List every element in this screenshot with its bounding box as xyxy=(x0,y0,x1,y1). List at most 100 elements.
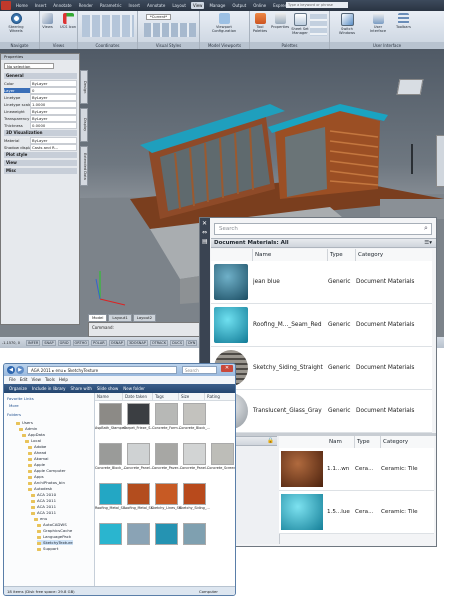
file-thumbnail[interactable]: Sketchy_Siding_... xyxy=(179,483,210,515)
new-folder-button[interactable]: New folder xyxy=(123,384,145,393)
file-thumbnail[interactable] xyxy=(209,523,235,555)
tree-folder[interactable]: Apps xyxy=(28,474,44,479)
tree-folder[interactable]: Users xyxy=(16,420,33,425)
property-row[interactable]: Transparency ByLayer xyxy=(4,114,77,122)
tab-layout1[interactable]: Layout1 xyxy=(108,314,132,322)
property-row[interactable]: Layer 0 xyxy=(4,86,77,94)
palette-menu-icon[interactable]: ▤ xyxy=(202,238,208,245)
tree-folder[interactable]: GraphicsCache xyxy=(37,528,72,533)
material-row[interactable]: jean blue Generic Document Materials xyxy=(211,261,432,304)
close-window-icon[interactable]: ✕ xyxy=(221,365,233,372)
tree-folder-selected[interactable]: SketchyTexture xyxy=(37,540,73,545)
tree-folder[interactable]: LanguagePack xyxy=(37,534,71,539)
plot-style-header[interactable]: Plot style xyxy=(4,152,77,158)
autocad-logo-icon[interactable] xyxy=(1,1,11,10)
general-header[interactable]: General xyxy=(4,73,77,79)
column-type[interactable]: Type xyxy=(355,436,381,448)
property-row[interactable]: Color ByLayer xyxy=(4,79,77,87)
file-thumbnail[interactable]: Concrete_Screed... xyxy=(207,443,235,475)
ribbon-tab[interactable]: Annotate xyxy=(51,2,73,9)
include-library-button[interactable]: Include in library xyxy=(32,384,66,393)
autohide-icon[interactable]: ⇔ xyxy=(202,229,207,236)
tree-folder[interactable]: Apple xyxy=(28,462,45,467)
viewport-configuration-button[interactable]: Viewport Configuration xyxy=(205,13,243,33)
tree-folder[interactable]: Ahead xyxy=(28,450,46,455)
tree-folder[interactable]: ArchiPhotos_bin xyxy=(28,480,65,485)
status-toggle[interactable]: DYN xyxy=(186,339,198,346)
file-thumbnail[interactable]: Concrete_Block_... xyxy=(95,443,126,475)
tree-folder[interactable]: ACA 2011 xyxy=(31,504,56,509)
forward-icon[interactable]: ▶ xyxy=(16,366,24,374)
column-category[interactable]: Category xyxy=(381,436,434,448)
misc-header[interactable]: Misc xyxy=(4,168,77,174)
ribbon-tab[interactable]: Layout xyxy=(170,2,188,9)
viewcube[interactable] xyxy=(396,79,424,95)
tab-display[interactable]: Display xyxy=(80,108,88,142)
file-thumbnail[interactable]: Concrete_Form... xyxy=(152,403,181,435)
file-thumbnail[interactable]: Concrete_Panel... xyxy=(180,443,209,475)
property-row[interactable]: Lineweight ByLayer xyxy=(4,107,77,115)
file-thumbnail[interactable] xyxy=(125,523,152,555)
column-name[interactable]: Name xyxy=(253,249,328,261)
column-size[interactable]: Size xyxy=(179,393,205,400)
column-rating[interactable]: Rating xyxy=(205,393,235,400)
user-interface-button[interactable]: User Interface xyxy=(368,13,388,33)
tree-folder[interactable]: Akamai xyxy=(28,456,49,461)
file-thumbnail[interactable]: Carpet_Frieze_S... xyxy=(123,403,154,435)
file-thumbnail[interactable] xyxy=(97,523,124,555)
tab-model[interactable]: Model xyxy=(88,314,108,322)
ribbon-tab-view[interactable]: View xyxy=(190,2,205,9)
status-toggle[interactable]: OTRACK xyxy=(149,339,169,346)
material-row[interactable]: Roofing_M..._Seam_Red Generic Document M… xyxy=(211,304,432,347)
property-row[interactable]: Linetype ByLayer xyxy=(4,93,77,101)
status-toggle[interactable]: 3DOSNAP xyxy=(126,339,148,346)
ucs-icon-button[interactable]: UCS Icon xyxy=(60,13,76,29)
property-row[interactable]: Thickness 0.0000 xyxy=(4,121,77,129)
tree-folder[interactable]: Adobe xyxy=(28,444,46,449)
ribbon-tab[interactable]: Online xyxy=(251,2,268,9)
file-thumbnail[interactable] xyxy=(209,403,235,435)
address-bar[interactable]: AGA 2011 ▸ enu ▸ SketchyTexture xyxy=(27,366,177,374)
ribbon-tab[interactable]: Render xyxy=(77,2,95,9)
ribbon-tab[interactable]: Home xyxy=(14,2,30,9)
file-thumbnail[interactable]: Concrete_Paver... xyxy=(152,443,181,475)
visual-style-tools[interactable] xyxy=(144,23,196,37)
menu-file[interactable]: File xyxy=(9,376,16,384)
properties-button[interactable]: Properties xyxy=(271,13,289,29)
ribbon-tab[interactable]: Insert xyxy=(33,2,48,9)
tree-folder[interactable]: AutoCADWS xyxy=(37,522,67,527)
views-button[interactable]: Views xyxy=(42,13,53,29)
column-type[interactable]: Type xyxy=(328,249,356,261)
tree-folder[interactable]: Local xyxy=(25,438,41,443)
ribbon-tab[interactable]: Insert xyxy=(127,2,142,9)
tree-folder[interactable]: AppData xyxy=(22,432,45,437)
file-thumbnail[interactable] xyxy=(181,523,208,555)
file-thumbnail[interactable] xyxy=(153,523,180,555)
tab-extended-data[interactable]: Extended Data xyxy=(80,146,88,186)
ribbon-tab[interactable]: Manage xyxy=(207,2,227,9)
menu-edit[interactable]: Edit xyxy=(20,376,28,384)
column-name[interactable]: Nam xyxy=(327,436,355,448)
tree-folder[interactable]: enu xyxy=(34,516,47,521)
tree-folder[interactable]: ACA 2011 xyxy=(31,510,56,515)
navigation-bar[interactable] xyxy=(436,135,444,187)
tree-section-title[interactable]: Folders xyxy=(7,412,21,417)
status-toggle[interactable]: DUCS xyxy=(170,339,185,346)
status-toggle[interactable]: POLAR xyxy=(90,339,107,346)
column-tags[interactable]: Tags xyxy=(153,393,179,400)
status-toggle[interactable]: ORTHO xyxy=(72,339,89,346)
menu-help[interactable]: Help xyxy=(59,376,68,384)
view-header[interactable]: View xyxy=(4,160,77,166)
status-toggle[interactable]: GRID xyxy=(57,339,71,346)
ribbon-tab[interactable]: Output xyxy=(230,2,248,9)
library-material-row[interactable]: 1.5...lue Cera... Ceramic: Tile xyxy=(279,491,434,534)
tree-folder[interactable]: Apple Computer xyxy=(28,468,66,473)
keyword-search-input[interactable]: Type a keyword or phrase xyxy=(286,2,348,8)
material-row[interactable]: Sketchy_Siding_Straight Generic Document… xyxy=(211,347,432,390)
status-toggle[interactable]: INFER xyxy=(25,339,41,346)
close-icon[interactable]: ✕ xyxy=(202,220,207,227)
view-options-icon[interactable]: ☰▾ xyxy=(424,239,432,248)
tree-folder[interactable]: Support xyxy=(37,546,58,551)
sheet-set-manager-button[interactable]: Sheet Set Manager xyxy=(291,13,309,35)
steering-wheels-button[interactable]: Steering Wheels xyxy=(5,13,27,33)
